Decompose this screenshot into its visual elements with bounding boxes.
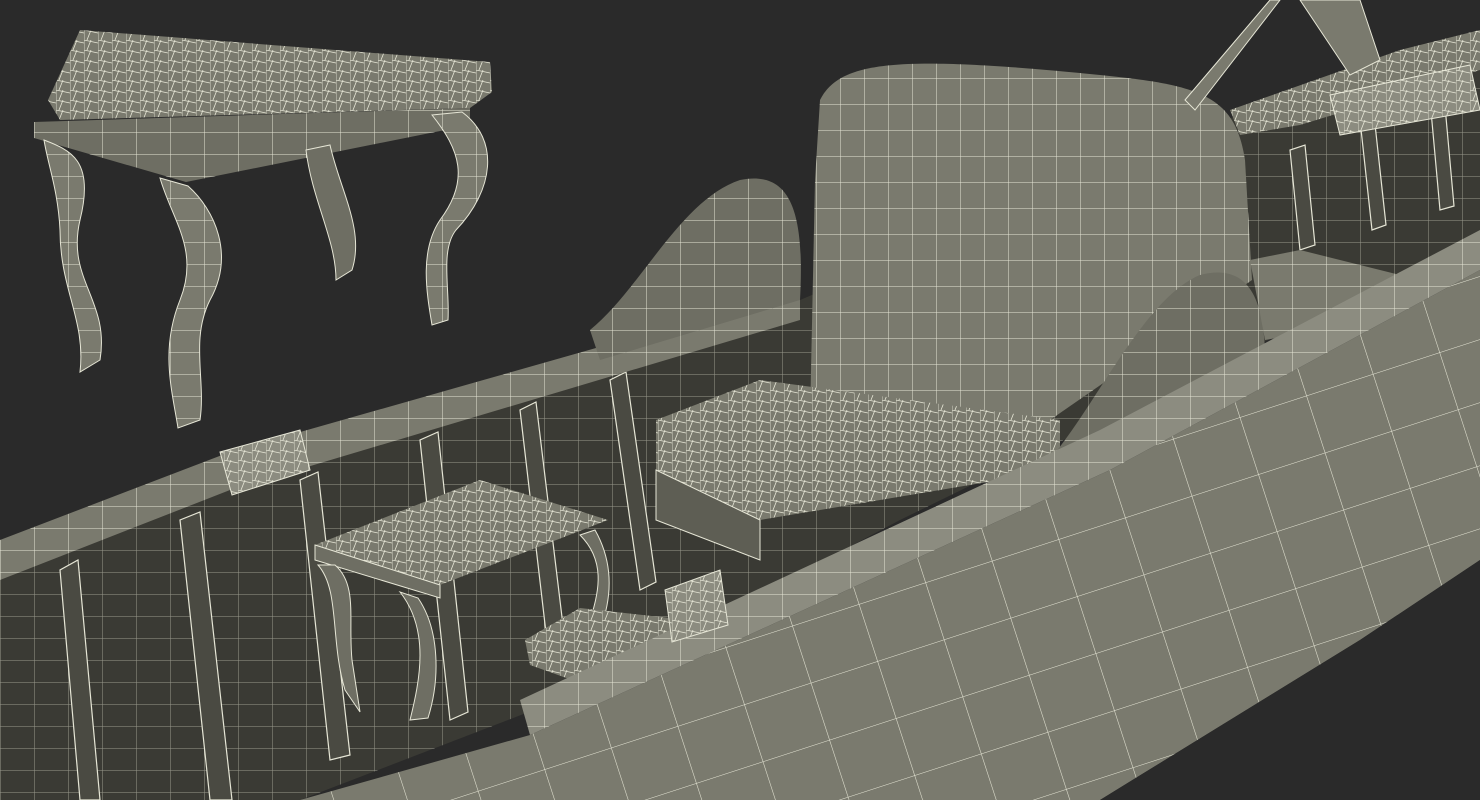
gondola-wireframe-render (0, 0, 1480, 800)
